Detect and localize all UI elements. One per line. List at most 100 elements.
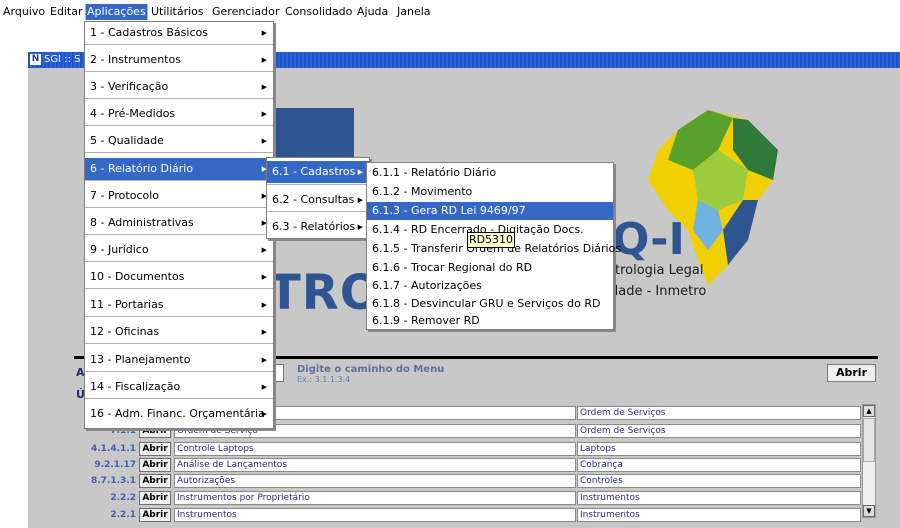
row-open-button[interactable]: Abrir	[139, 442, 171, 456]
submenu-arrow-icon: ▶	[261, 356, 267, 364]
submenu-arrow-icon: ▶	[357, 168, 363, 176]
menu-item-relatorio-diario[interactable]: 6.1.1 - Relatório Diário	[367, 164, 613, 182]
recent-list-scrollbar[interactable]: ▲ ▼	[862, 404, 876, 518]
menu-separator	[85, 152, 273, 153]
aplicacoes-menu: 1 - Cadastros Básicos ▶ 2 - Instrumentos ▶…	[84, 21, 274, 429]
menu-utilitarios[interactable]: Utilitários	[150, 4, 205, 20]
logo-subtitle-1: etrologia Legal	[607, 263, 704, 278]
submenu-arrow-icon: ▶	[261, 83, 267, 91]
submenu-arrow-icon: ▶	[261, 301, 267, 309]
menu-item-remover-rd[interactable]: 6.1.9 - Remover RD	[367, 312, 613, 330]
menu-separator	[85, 180, 273, 181]
row-code: 4.1.4.1.1	[91, 444, 136, 454]
logo-tro-text: TRO	[268, 265, 382, 321]
menu-item-protocolo[interactable]: 7 - Protocolo ▶	[85, 185, 273, 207]
menu-item-planejamento[interactable]: 13 - Planejamento ▶	[85, 349, 273, 371]
menu-janela[interactable]: Janela	[396, 4, 432, 20]
menu-editar[interactable]: Editar	[49, 4, 84, 20]
menu-item-cadastros-basicos[interactable]: 1 - Cadastros Básicos ▶	[85, 22, 273, 44]
row-description[interactable]: Instrumentos	[174, 508, 576, 522]
menu-path-hint: Digite o caminho do Menu	[297, 364, 445, 375]
menu-item-adm-financ-orcamentaria[interactable]: 16 - Adm. Financ. Orçamentária ▶	[85, 403, 273, 425]
menu-arquivo[interactable]: Arquivo	[2, 4, 46, 20]
menu-item-instrumentos[interactable]: 2 - Instrumentos ▶	[85, 49, 273, 71]
row-code: 9.2.1.17	[94, 460, 136, 470]
menu-gerenciador[interactable]: Gerenciador	[211, 4, 280, 20]
menu-separator	[85, 371, 273, 372]
table-row: 4.1.4.1.1 Abrir Controle Laptops Laptops	[80, 441, 872, 457]
menu-item-documentos[interactable]: 10 - Documentos ▶	[85, 266, 273, 288]
table-row: 2.2.2 Abrir Instrumentos por Proprietári…	[80, 490, 872, 506]
logo-sqi-text: Q-I	[612, 214, 685, 265]
menu-consolidado[interactable]: Consolidado	[284, 4, 353, 20]
row-description[interactable]: Instrumentos por Proprietário	[174, 491, 576, 505]
tooltip: RD5310	[467, 232, 515, 248]
menu-separator	[85, 234, 273, 235]
scroll-up-icon[interactable]: ▲	[863, 405, 875, 417]
menu-item-fiscalizacao[interactable]: 14 - Fiscalização ▶	[85, 376, 273, 398]
menu-item-consultas[interactable]: 6.2 - Consultas ▶	[267, 189, 369, 211]
row-description[interactable]: Autorizações	[174, 474, 576, 488]
menu-separator	[85, 71, 273, 72]
table-row: 2.2.1 Abrir Instrumentos Instrumentos	[80, 507, 872, 523]
menu-item-administrativas[interactable]: 8 - Administrativas ▶	[85, 212, 273, 234]
menu-item-oficinas[interactable]: 12 - Oficinas ▶	[85, 321, 273, 343]
menu-aplicacoes[interactable]: Aplicações	[85, 4, 148, 20]
table-row: 8.7.1.3.1 Abrir Autorizações Controles	[80, 473, 872, 489]
open-path-button[interactable]: Abrir	[827, 364, 876, 382]
row-category[interactable]: Controles	[577, 474, 861, 488]
window-title: SGI :: S	[44, 54, 81, 65]
menu-item-autorizacoes[interactable]: 6.1.7 - Autorizações	[367, 277, 613, 295]
submenu-arrow-icon: ▶	[261, 137, 267, 145]
row-open-button[interactable]: Abrir	[139, 474, 171, 488]
menu-separator	[85, 207, 273, 208]
row-code: 2.2.1	[110, 510, 136, 520]
menu-separator	[85, 44, 273, 45]
row-category[interactable]: Laptops	[577, 442, 861, 456]
menu-separator	[85, 261, 273, 262]
row-category[interactable]: Instrumentos	[577, 508, 861, 522]
row-description[interactable]: Controle Laptops	[174, 442, 576, 456]
submenu-arrow-icon: ▶	[261, 29, 267, 37]
row-open-button[interactable]: Abrir	[139, 458, 171, 472]
menu-separator	[85, 98, 273, 99]
menu-item-verificacao[interactable]: 3 - Verificação ▶	[85, 76, 273, 98]
menu-separator	[85, 288, 273, 289]
submenu-arrow-icon: ▶	[261, 328, 267, 336]
row-category[interactable]: Ordem de Serviços	[577, 424, 861, 438]
scroll-thumb[interactable]	[863, 418, 875, 462]
menu-item-relatorios[interactable]: 6.3 - Relatórios ▶	[267, 216, 369, 238]
menu-item-gera-rd[interactable]: 6.1.3 - Gera RD Lei 9469/97	[367, 202, 613, 220]
submenu-arrow-icon: ▶	[261, 110, 267, 118]
table-row: 9.2.1.17 Abrir Análise de Lançamentos Co…	[80, 457, 872, 473]
relatorio-diario-submenu: 6.1 - Cadastros ▶ 6.2 - Consultas ▶ 6.3 - …	[266, 157, 370, 239]
logo-subtitle-2: dade - Inmetro	[610, 284, 707, 299]
menu-separator	[85, 398, 273, 399]
menu-item-pre-medidos[interactable]: 4 - Pré-Medidos ▶	[85, 103, 273, 125]
menu-ajuda[interactable]: Ajuda	[356, 4, 389, 20]
row-category[interactable]: Cobrança	[577, 458, 861, 472]
submenu-arrow-icon: ▶	[261, 56, 267, 64]
row-open-button[interactable]: Abrir	[139, 508, 171, 522]
submenu-arrow-icon: ▶	[261, 246, 267, 254]
row-code: 8.7.1.3.1	[91, 476, 136, 486]
window-icon: N	[30, 54, 41, 65]
menu-item-portarias[interactable]: 11 - Portarias ▶	[85, 294, 273, 316]
submenu-arrow-icon: ▶	[357, 223, 363, 231]
row-category[interactable]: Instrumentos	[577, 491, 861, 505]
submenu-arrow-icon: ▶	[261, 410, 267, 418]
menu-item-movimento[interactable]: 6.1.2 - Movimento	[367, 183, 613, 201]
row-open-button[interactable]: Abrir	[139, 491, 171, 505]
menu-item-qualidade[interactable]: 5 - Qualidade ▶	[85, 130, 273, 152]
scroll-down-icon[interactable]: ▼	[863, 505, 875, 517]
menu-separator	[85, 125, 273, 126]
menu-item-juridico[interactable]: 9 - Jurídico ▶	[85, 239, 273, 261]
menu-item-cadastros[interactable]: 6.1 - Cadastros ▶	[267, 161, 369, 183]
menu-item-trocar-regional[interactable]: 6.1.6 - Trocar Regional do RD	[367, 259, 613, 277]
menu-item-desvincular-gru[interactable]: 6.1.8 - Desvincular GRU e Serviços do RD	[367, 295, 613, 313]
row-category[interactable]: Ordem de Serviços	[577, 406, 861, 420]
menu-item-relatorio-diario[interactable]: 6 - Relatório Diário ▶	[85, 158, 273, 180]
row-description[interactable]: Análise de Lançamentos	[174, 458, 576, 472]
submenu-arrow-icon: ▶	[261, 383, 267, 391]
row-code: 2.2.2	[110, 493, 136, 503]
